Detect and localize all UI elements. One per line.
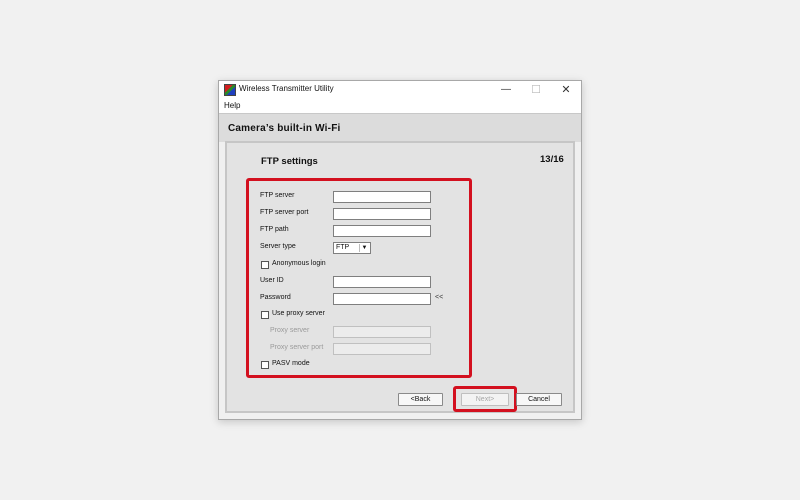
app-window: Wireless Transmitter Utility — ☐ ✕ Help … <box>218 80 582 420</box>
title-bar[interactable]: Wireless Transmitter Utility — ☐ ✕ <box>219 81 581 99</box>
ftp-server-port-input[interactable] <box>333 208 431 220</box>
proxy-server-input <box>333 326 431 338</box>
server-type-select[interactable]: FTP ▼ <box>333 242 371 254</box>
proxy-server-label: Proxy server <box>270 327 310 334</box>
use-proxy-checkbox[interactable] <box>261 311 269 319</box>
user-id-input[interactable] <box>333 276 431 288</box>
ftp-path-input[interactable] <box>333 225 431 237</box>
settings-panel: FTP settings 13/16 FTP server FTP server… <box>225 141 575 413</box>
server-type-label: Server type <box>260 243 296 250</box>
menu-help[interactable]: Help <box>224 101 240 110</box>
anonymous-login-checkbox[interactable] <box>261 261 269 269</box>
minimize-button[interactable]: — <box>491 82 521 98</box>
app-logo-icon <box>224 84 236 96</box>
window-title: Wireless Transmitter Utility <box>239 84 334 93</box>
close-button[interactable]: ✕ <box>551 82 581 98</box>
section-title: Camera’s built-in Wi-Fi <box>228 123 341 134</box>
password-reveal-button[interactable]: << <box>435 294 443 301</box>
section-header: Camera’s built-in Wi-Fi <box>219 113 581 142</box>
panel-title: FTP settings <box>261 156 318 167</box>
proxy-server-port-input <box>333 343 431 355</box>
cancel-button[interactable]: Cancel <box>516 393 562 406</box>
anonymous-login-label[interactable]: Anonymous login <box>272 260 326 267</box>
ftp-server-port-label: FTP server port <box>260 209 309 216</box>
password-label: Password <box>260 294 291 301</box>
maximize-button: ☐ <box>531 84 541 96</box>
password-input[interactable] <box>333 293 431 305</box>
ftp-server-input[interactable] <box>333 191 431 203</box>
ftp-path-label: FTP path <box>260 226 289 233</box>
dropdown-arrow-icon[interactable]: ▼ <box>359 244 369 252</box>
proxy-server-port-label: Proxy server port <box>270 344 324 351</box>
use-proxy-label[interactable]: Use proxy server <box>272 310 325 317</box>
menu-bar: Help <box>219 99 581 113</box>
pasv-mode-checkbox[interactable] <box>261 361 269 369</box>
pasv-mode-label[interactable]: PASV mode <box>272 360 310 367</box>
user-id-label: User ID <box>260 277 284 284</box>
next-button: Next> <box>461 393 509 406</box>
server-type-value: FTP <box>336 244 350 251</box>
step-counter: 13/16 <box>540 154 564 165</box>
back-button[interactable]: <Back <box>398 393 443 406</box>
ftp-server-label: FTP server <box>260 192 295 199</box>
